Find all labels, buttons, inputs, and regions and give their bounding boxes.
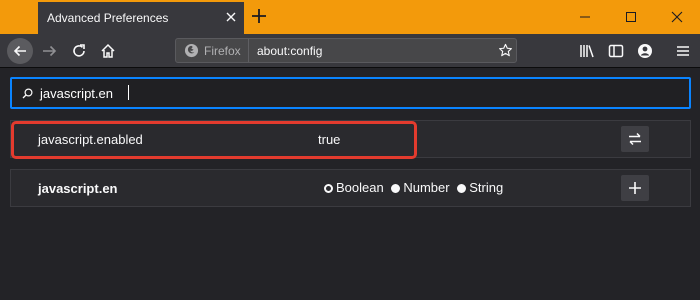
- library-icon[interactable]: [578, 42, 596, 60]
- radio-unchecked-icon: [391, 184, 401, 193]
- new-preference-row: javascript.en Boolean Number String: [10, 169, 691, 207]
- close-window-icon[interactable]: [654, 0, 700, 34]
- firefox-logo-icon: [184, 43, 199, 58]
- toggle-arrows-icon: [629, 132, 641, 146]
- reload-icon[interactable]: [70, 42, 88, 60]
- preference-search-input[interactable]: javascript.en: [10, 77, 691, 109]
- identity-label: Firefox: [204, 44, 241, 58]
- forward-arrow-icon[interactable]: [41, 42, 59, 60]
- maximize-icon[interactable]: [608, 0, 654, 34]
- type-option-string[interactable]: String: [457, 180, 503, 195]
- preference-name: javascript.enabled: [38, 132, 143, 147]
- type-option-number[interactable]: Number: [391, 180, 450, 195]
- url-text[interactable]: about:config: [257, 44, 322, 58]
- minimize-icon[interactable]: [562, 0, 608, 34]
- menu-icon[interactable]: [674, 42, 692, 60]
- search-icon: [22, 88, 33, 99]
- radio-checked-icon: [324, 184, 333, 193]
- tab-advanced-preferences[interactable]: Advanced Preferences: [38, 2, 244, 34]
- toggle-button[interactable]: [621, 126, 649, 152]
- search-value: javascript.en: [40, 86, 113, 101]
- close-tab-icon[interactable]: [224, 10, 238, 24]
- type-option-label: String: [469, 180, 504, 195]
- type-option-boolean[interactable]: Boolean: [324, 180, 384, 195]
- tab-title: Advanced Preferences: [47, 11, 169, 25]
- radio-unchecked-icon: [457, 184, 467, 193]
- add-preference-button[interactable]: [621, 175, 649, 201]
- new-preference-name: javascript.en: [38, 181, 118, 196]
- home-icon[interactable]: [99, 42, 117, 60]
- sidebar-icon[interactable]: [607, 42, 625, 60]
- type-options: Boolean Number String: [324, 180, 507, 195]
- back-arrow-icon: [13, 45, 26, 57]
- type-option-label: Boolean: [336, 180, 384, 195]
- add-icon: [629, 182, 641, 194]
- url-bar[interactable]: Firefox about:config: [175, 38, 517, 63]
- title-bar: Advanced Preferences: [0, 0, 700, 34]
- back-button[interactable]: [7, 38, 33, 64]
- type-option-label: Number: [403, 180, 450, 195]
- account-icon[interactable]: [636, 42, 654, 60]
- bookmark-star-icon[interactable]: [498, 43, 513, 58]
- identity-box[interactable]: Firefox: [176, 39, 249, 62]
- preference-value: true: [318, 132, 341, 147]
- new-tab-icon[interactable]: [250, 7, 268, 25]
- text-caret: [128, 85, 129, 100]
- preference-row[interactable]: javascript.enabled true: [10, 120, 691, 158]
